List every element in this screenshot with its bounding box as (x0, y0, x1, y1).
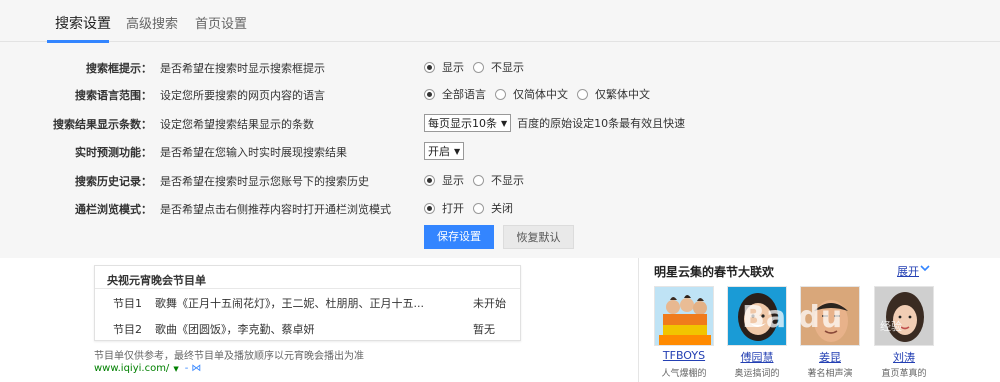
radio-icon[interactable] (577, 88, 588, 100)
radio-icon[interactable] (424, 88, 435, 100)
restore-default-button[interactable]: 恢复默认 (503, 225, 574, 249)
program-status: 未开始 (473, 297, 506, 310)
divider (95, 288, 520, 289)
star-subtitle: 著名相声演 (807, 369, 853, 379)
dropdown-caret-icon[interactable]: ▼ (173, 365, 178, 373)
share-icon[interactable]: - (185, 363, 189, 374)
radio-option[interactable]: 打开 (424, 200, 464, 216)
star-card[interactable]: 姜昆 著名相声演 (800, 286, 860, 379)
tab-homepage-settings[interactable]: 首页设置 (195, 13, 247, 32)
star-subtitle: 直页革真的 (881, 369, 927, 379)
active-tab-indicator (47, 40, 109, 43)
setting-row-history: 搜索历史记录： 是否希望在搜索时显示您账号下的搜索历史 显示 不显示 (0, 170, 1000, 190)
setting-control: 每页显示10条 ▼ 百度的原始设定10条最有效且快速 (424, 113, 685, 133)
radio-icon[interactable] (473, 61, 484, 73)
tab-search-settings[interactable]: 搜索设置 (55, 13, 111, 33)
setting-desc: 是否希望在您输入时实时展现搜索结果 (160, 146, 347, 159)
search-settings-panel: 搜索设置 高级搜索 首页设置 搜索框提示： 是否希望在搜索时显示搜索框提示 显示… (0, 0, 1000, 258)
setting-control: 全部语言 仅简体中文 仅繁体中文 (424, 84, 659, 104)
star-card[interactable]: TFBOYS 人气爆棚的 (654, 286, 714, 379)
radio-icon[interactable] (495, 88, 506, 100)
save-settings-button[interactable]: 保存设置 (424, 225, 494, 249)
bowtie-icon[interactable]: ⋈ (191, 363, 201, 374)
setting-label: 实时预测功能： (75, 146, 152, 159)
radio-icon[interactable] (473, 174, 484, 186)
radio-option[interactable]: 仅繁体中文 (577, 86, 650, 102)
star-name-link[interactable]: 姜昆 (800, 349, 860, 365)
star-name-link[interactable]: 傅园慧 (727, 349, 787, 365)
setting-desc: 是否希望点击右侧推荐内容时打开通栏浏览模式 (160, 203, 391, 216)
setting-row-realtime: 实时预测功能： 是否希望在您输入时实时展现搜索结果 开启 ▼ (0, 141, 1000, 161)
setting-desc: 是否希望在搜索时显示搜索框提示 (160, 62, 325, 75)
radio-icon[interactable] (473, 202, 484, 214)
program-number: 节目2 (113, 323, 142, 336)
program-list-card: 央视元宵晚会节目单 节目1 歌舞《正月十五闹花灯》，王二妮、杜朋朋、正月十五..… (94, 265, 521, 341)
setting-desc: 设定您所要搜索的网页内容的语言 (160, 89, 325, 102)
program-name: 歌曲《团圆饭》，李克勤、蔡卓妍 (155, 323, 315, 336)
setting-row-fullbar: 通栏浏览模式： 是否希望点击右侧推荐内容时打开通栏浏览模式 打开 关闭 (0, 198, 1000, 218)
star-subtitle: 人气爆棚的 (661, 369, 707, 379)
radio-icon[interactable] (424, 61, 435, 73)
setting-control: 开启 ▼ (424, 141, 470, 161)
star-name-link[interactable]: 刘涛 (874, 349, 934, 365)
star-card[interactable]: 傅园慧 奥运搞词的 (727, 286, 787, 379)
setting-label: 搜索历史记录： (75, 175, 152, 188)
setting-label: 搜索框提示： (86, 62, 152, 75)
realtime-select[interactable]: 开启 ▼ (424, 142, 465, 160)
program-row[interactable]: 节目2 歌曲《团圆饭》，李克勤、蔡卓妍 暂无 (95, 319, 520, 337)
expand-link[interactable]: 展开 (897, 263, 919, 279)
setting-label: 搜索语言范围： (75, 89, 152, 102)
setting-control: 打开 关闭 (424, 198, 522, 218)
star-card[interactable]: 刘涛 直页革真的 (874, 286, 934, 379)
setting-hint: 百度的原始设定10条最有效且快速 (517, 117, 686, 130)
result-count-select[interactable]: 每页显示10条 ▼ (424, 114, 512, 132)
program-note: 节目单仅供参考，最终节目单及播放顺序以元宵晚会播出为准 (94, 351, 364, 362)
setting-desc: 设定您希望搜索结果显示的条数 (160, 118, 314, 131)
radio-option[interactable]: 全部语言 (424, 86, 486, 102)
radio-option[interactable]: 不显示 (473, 59, 524, 75)
source-url-link[interactable]: www.iqiyi.com/ (94, 363, 169, 374)
program-list-title: 央视元宵晚会节目单 (107, 274, 206, 287)
source-url-row: www.iqiyi.com/ ▼ - ⋈ (94, 363, 201, 374)
setting-control: 显示 不显示 (424, 170, 533, 190)
settings-tabs: 搜索设置 高级搜索 首页设置 (0, 0, 1000, 43)
setting-label: 通栏浏览模式： (75, 203, 152, 216)
program-row[interactable]: 节目1 歌舞《正月十五闹花灯》，王二妮、杜朋朋、正月十五... 未开始 (95, 293, 520, 311)
setting-row-result-count: 搜索结果显示条数： 设定您希望搜索结果显示的条数 每页显示10条 ▼ 百度的原始设… (0, 113, 1000, 133)
setting-control: 显示 不显示 (424, 57, 533, 77)
column-divider (638, 258, 639, 382)
dropdown-caret-icon: ▼ (501, 118, 508, 128)
program-number: 节目1 (113, 297, 142, 310)
radio-icon[interactable] (424, 202, 435, 214)
radio-option[interactable]: 关闭 (473, 200, 513, 216)
program-status: 暂无 (473, 323, 495, 336)
setting-row-suggest: 搜索框提示： 是否希望在搜索时显示搜索框提示 显示 不显示 (0, 57, 1000, 77)
star-photo[interactable] (874, 286, 934, 346)
setting-row-language: 搜索语言范围： 设定您所要搜索的网页内容的语言 全部语言 仅简体中文 仅繁体中文 (0, 84, 1000, 104)
star-name-link[interactable]: TFBOYS (654, 349, 714, 362)
radio-option[interactable]: 显示 (424, 59, 464, 75)
star-photo[interactable] (727, 286, 787, 346)
chevron-down-icon[interactable] (920, 263, 930, 276)
tab-advanced-search[interactable]: 高级搜索 (126, 13, 178, 32)
radio-option[interactable]: 不显示 (473, 172, 524, 188)
radio-icon[interactable] (424, 174, 435, 186)
radio-option[interactable]: 显示 (424, 172, 464, 188)
radio-option[interactable]: 仅简体中文 (495, 86, 568, 102)
stars-panel-title: 明星云集的春节大联欢 (654, 265, 775, 279)
setting-desc: 是否希望在搜索时显示您账号下的搜索历史 (160, 175, 369, 188)
star-photo[interactable] (800, 286, 860, 346)
star-subtitle: 奥运搞词的 (734, 369, 780, 379)
program-name: 歌舞《正月十五闹花灯》，王二妮、杜朋朋、正月十五... (155, 297, 424, 310)
star-photo[interactable] (654, 286, 714, 346)
dropdown-caret-icon: ▼ (454, 146, 461, 156)
setting-label: 搜索结果显示条数： (53, 118, 152, 131)
